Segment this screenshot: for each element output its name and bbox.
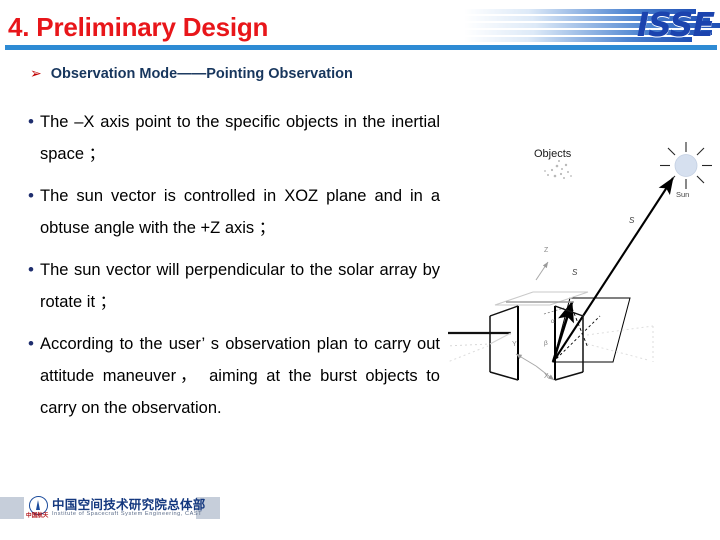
solar-array-left-edge <box>489 332 512 345</box>
angle-label-beta: β <box>544 340 548 347</box>
subheading: ➢ Observation Mode——Pointing Observation <box>30 66 353 82</box>
list-item-text: According to the user’ s observation pla… <box>40 335 440 417</box>
isse-logo: ISSE <box>464 4 720 48</box>
arrow-bullet-icon: ➢ <box>30 65 42 81</box>
sun-icon <box>660 142 712 189</box>
axis-y-label: Y <box>512 341 517 348</box>
isse-wordmark: ISSE <box>636 5 715 44</box>
sun-vector-label: S <box>629 216 635 225</box>
solar-array-right-spar <box>586 325 654 336</box>
satellite-bottom-right-edge <box>554 371 584 381</box>
bullet-list: • The –X axis point to the specific obje… <box>22 106 440 434</box>
bullet-icon: • <box>28 186 34 205</box>
body-axes <box>515 261 555 381</box>
solar-array-left-lower <box>448 343 491 347</box>
body-vector-label: S <box>572 268 578 277</box>
sun-vector-arrow <box>552 177 674 363</box>
solar-array-left <box>448 331 512 363</box>
axis-x-label: X <box>544 373 549 380</box>
list-item-text: The sun vector will perpendicular to the… <box>40 261 440 311</box>
xoz-plane-outline <box>552 297 631 363</box>
footer-tagline: 中国航天 <box>26 513 49 519</box>
bullet-icon: • <box>28 112 34 131</box>
objects-star-cluster-icon <box>544 160 572 179</box>
axis-z-label: Z <box>544 247 549 254</box>
subheading-label: Observation Mode——Pointing Observation <box>50 66 353 82</box>
footer-org-name-en: Institute of Spacecraft System Engineeri… <box>52 511 203 517</box>
solar-array-left-diag <box>448 345 489 363</box>
list-item: • The sun vector is controlled in XOZ pl… <box>22 180 440 244</box>
bullet-icon: • <box>28 260 34 279</box>
page-title: 4. Preliminary Design <box>8 12 269 42</box>
slide-header: 4. Preliminary Design ISSE <box>0 0 720 58</box>
list-item: • The sun vector will perpendicular to t… <box>22 254 440 318</box>
angle-label-alpha: α <box>551 318 555 325</box>
axis-z-arrow <box>535 261 549 281</box>
solar-array-right <box>586 325 654 362</box>
diagram-canvas <box>448 142 712 381</box>
bullet-icon: • <box>28 334 34 353</box>
list-item: • The –X axis point to the specific obje… <box>22 106 440 170</box>
footer-logo: 中国航天 中国空间技术研究院总体部 Institute of Spacecraf… <box>0 489 220 529</box>
objects-label: Objects <box>534 148 572 160</box>
list-item: • According to the user’ s observation p… <box>22 328 440 424</box>
list-item-text: The –X axis point to the specific object… <box>40 113 440 163</box>
list-item-text: The sun vector is controlled in XOZ plan… <box>40 187 440 237</box>
satellite-bottom-left-edge <box>489 371 519 381</box>
header-divider <box>5 45 717 50</box>
sun-label: Sun <box>676 190 690 199</box>
satellite-top-left-edge <box>489 305 519 317</box>
pointing-observation-diagram: Objects Sun S S Z Y X α β <box>448 130 720 405</box>
